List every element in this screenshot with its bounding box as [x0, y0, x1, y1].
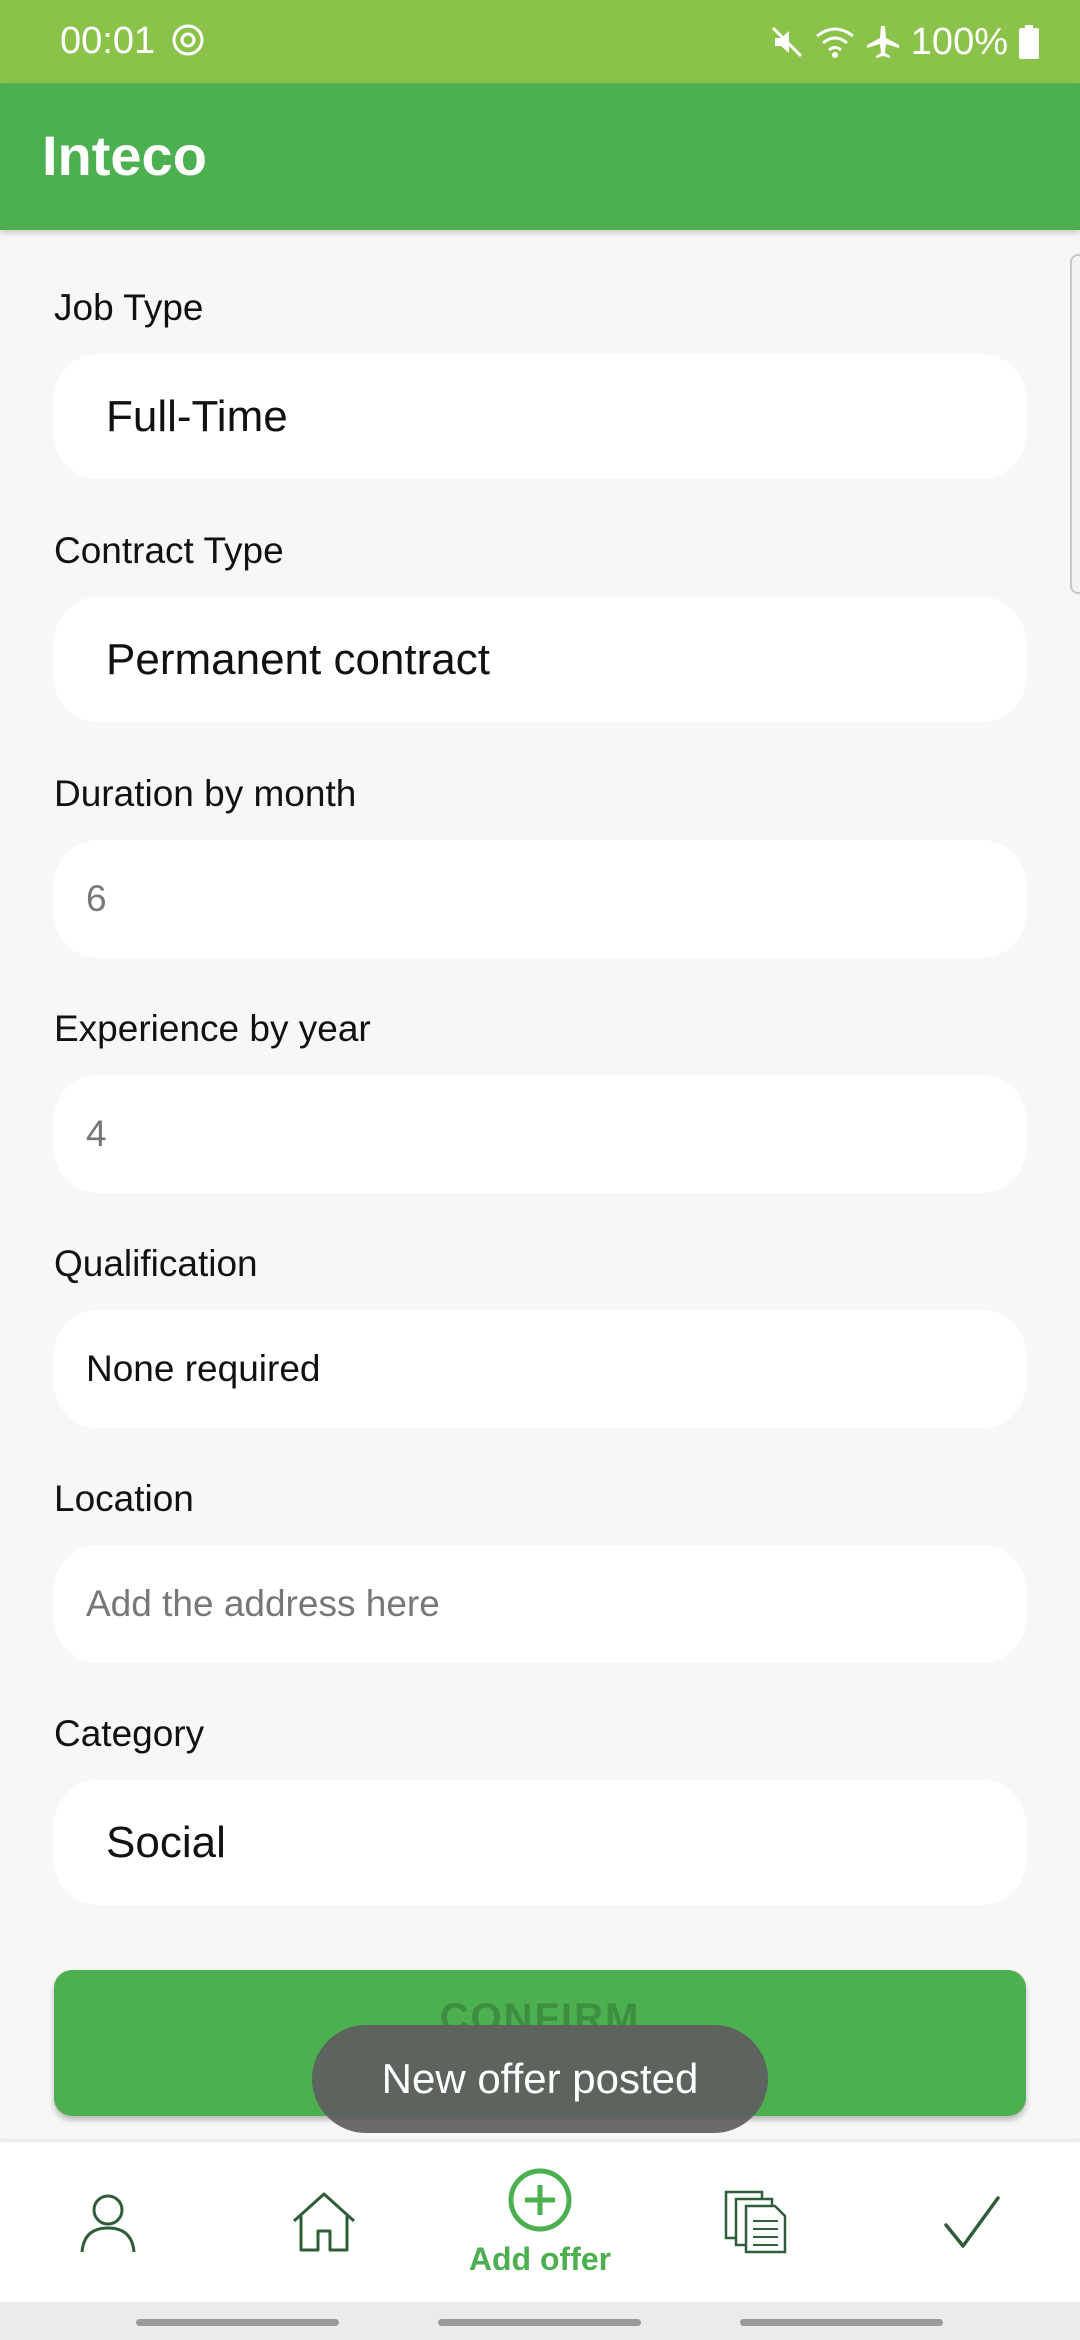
bottom-nav: Add offer — [0, 2142, 1080, 2302]
scroll-indicator[interactable] — [1070, 254, 1080, 594]
location-label: Location — [54, 1478, 194, 1519]
nav-add-offer-label: Add offer — [468, 2240, 612, 2277]
experience-input[interactable]: 4 — [54, 1075, 1026, 1193]
category-dropdown[interactable]: Social — [54, 1780, 1026, 1905]
experience-label: Experience by year — [54, 1008, 371, 1049]
duration-value: 6 — [86, 878, 107, 919]
job-type-value: Full-Time — [106, 391, 288, 441]
location-placeholder: Add the address here — [86, 1583, 440, 1624]
gesture-pill-left[interactable] — [136, 2319, 339, 2326]
job-type-label: Job Type — [54, 287, 204, 328]
nav-documents[interactable] — [684, 2142, 828, 2302]
contract-type-value: Permanent contract — [106, 634, 490, 684]
experience-value: 4 — [86, 1113, 107, 1154]
gesture-bar — [0, 2302, 1080, 2340]
add-circle-icon — [508, 2168, 572, 2231]
mute-icon — [771, 26, 802, 58]
contract-type-dropdown[interactable]: Permanent contract — [54, 597, 1026, 722]
category-label: Category — [54, 1713, 205, 1754]
status-time: 00:01 — [60, 20, 156, 62]
gesture-pill-right[interactable] — [740, 2319, 943, 2326]
battery-icon — [1019, 25, 1039, 59]
checkmark-icon — [944, 2196, 1000, 2248]
duration-label: Duration by month — [54, 773, 357, 814]
qualification-value: None required — [86, 1348, 321, 1389]
nav-home[interactable] — [252, 2142, 396, 2302]
nav-accepted[interactable] — [900, 2142, 1044, 2302]
gesture-pill-center[interactable] — [438, 2319, 641, 2326]
status-bar: 00:01 100% — [0, 0, 1080, 83]
status-right: 100% — [769, 18, 1040, 66]
sync-icon — [172, 24, 204, 56]
location-input[interactable]: Add the address here — [54, 1545, 1026, 1663]
duration-input[interactable]: 6 — [54, 840, 1026, 958]
category-value: Social — [106, 1817, 226, 1867]
nav-profile[interactable] — [36, 2142, 180, 2302]
qualification-input[interactable]: None required — [54, 1310, 1026, 1428]
qualification-label: Qualification — [54, 1243, 258, 1284]
nav-add-offer[interactable]: Add offer — [440, 2142, 640, 2302]
toast-message: New offer posted — [312, 2025, 768, 2133]
app-bar: Inteco — [0, 83, 1080, 230]
contract-type-label: Contract Type — [54, 530, 284, 571]
documents-icon — [724, 2190, 787, 2254]
job-type-dropdown[interactable]: Full-Time — [54, 354, 1026, 479]
battery-percent: 100% — [910, 20, 1008, 63]
airplane-icon — [866, 26, 899, 58]
home-icon — [292, 2192, 356, 2252]
toast-text: New offer posted — [381, 2055, 699, 2102]
wifi-icon — [815, 27, 854, 58]
profile-icon — [80, 2194, 136, 2253]
app-title: Inteco — [42, 124, 207, 187]
